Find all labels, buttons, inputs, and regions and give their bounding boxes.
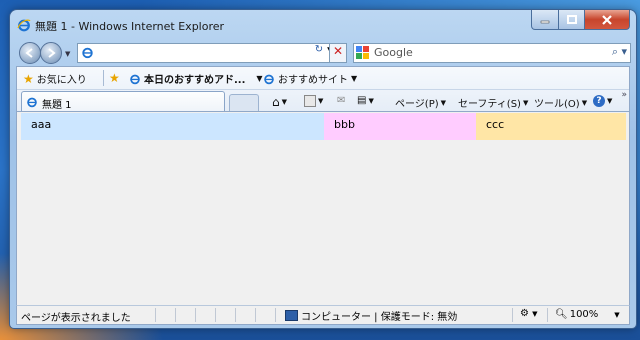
tab-row: 無題 1 ⌂ ▼ ▼ ✉ ▤ ▼ ページ(P) ▼ セーフティ(S) ▼ ツール(O bbox=[17, 89, 629, 113]
column-a: aaa bbox=[21, 113, 324, 140]
home-button[interactable]: ⌂ ▼ bbox=[272, 95, 287, 109]
chevron-down-icon[interactable]: ▼ bbox=[351, 74, 357, 83]
popup-settings-button[interactable]: ⚙ ▼ bbox=[520, 308, 538, 319]
chevron-down-icon: ▼ bbox=[532, 310, 538, 318]
column-c-text: ccc bbox=[486, 118, 505, 131]
status-divider bbox=[512, 308, 513, 322]
gear-icon: ⚙ bbox=[520, 308, 529, 319]
chevron-down-icon: ▼ bbox=[440, 98, 447, 107]
safety-menu[interactable]: セーフティ(S) ▼ bbox=[458, 95, 529, 111]
ie-icon bbox=[27, 97, 37, 108]
column-c: ccc bbox=[476, 113, 626, 140]
page-menu-label: ページ(P) bbox=[395, 99, 439, 110]
zone-text: コンピューター | 保護モード: 無効 bbox=[301, 312, 458, 323]
minimize-icon bbox=[540, 20, 550, 23]
favorites-button[interactable]: ★ お気に入り bbox=[23, 71, 87, 87]
refresh-button[interactable]: ↻ bbox=[311, 44, 327, 60]
maximize-icon bbox=[566, 15, 577, 24]
status-divider bbox=[275, 308, 276, 322]
chevron-down-icon: ▼ bbox=[318, 97, 324, 105]
help-button[interactable]: ? ▼ bbox=[593, 95, 612, 107]
status-divider bbox=[215, 308, 216, 322]
star-icon: ★ bbox=[23, 71, 34, 86]
history-dropdown[interactable]: ▼ bbox=[65, 50, 70, 58]
tab-current[interactable]: 無題 1 bbox=[21, 91, 225, 113]
tools-menu-label: ツール(O) bbox=[534, 99, 580, 110]
tab-label: 無題 1 bbox=[42, 100, 72, 111]
ie-icon bbox=[82, 47, 93, 59]
safety-menu-label: セーフティ(S) bbox=[458, 99, 521, 110]
ie-icon bbox=[264, 74, 274, 84]
page-menu[interactable]: ページ(P) ▼ bbox=[395, 95, 447, 111]
status-divider bbox=[255, 308, 256, 322]
status-bar: ページが表示されました コンピューター | 保護モード: 無効 ⚙ ▼ 🔍︎ 1… bbox=[16, 305, 630, 325]
favorite-link-2[interactable]: おすすめサイト ▼ bbox=[263, 71, 357, 86]
browser-window: 無題 1 - Windows Internet Explorer ▼ ↻ ✕ G… bbox=[10, 10, 636, 328]
search-box[interactable]: Google ⌕ ▾ bbox=[353, 43, 631, 63]
status-text: ページが表示されました bbox=[21, 313, 131, 324]
minimize-button[interactable] bbox=[531, 10, 559, 30]
more-commands-icon[interactable]: » bbox=[621, 90, 627, 100]
ie-icon bbox=[17, 19, 31, 32]
ie-icon bbox=[130, 74, 140, 84]
maximize-button[interactable] bbox=[559, 10, 585, 30]
feeds-button[interactable]: ▼ bbox=[304, 95, 323, 107]
mail-icon: ✉ bbox=[337, 95, 346, 106]
status-divider bbox=[195, 308, 196, 322]
forward-button[interactable] bbox=[40, 42, 62, 64]
add-star-icon: ★ bbox=[109, 71, 120, 85]
status-divider bbox=[155, 308, 156, 322]
security-zone[interactable]: コンピューター | 保護モード: 無効 bbox=[285, 308, 457, 323]
help-icon: ? bbox=[593, 95, 605, 107]
google-icon bbox=[356, 46, 369, 59]
search-input[interactable]: Google bbox=[374, 46, 413, 59]
address-bar[interactable]: ▼ bbox=[77, 43, 340, 63]
favorites-label: お気に入り bbox=[36, 75, 87, 86]
status-divider bbox=[175, 308, 176, 322]
close-icon bbox=[602, 14, 612, 25]
rss-icon bbox=[304, 95, 316, 107]
stop-button[interactable]: ✕ bbox=[329, 43, 347, 63]
favorite-link-2-label: おすすめサイト bbox=[278, 75, 348, 86]
caption-buttons bbox=[531, 10, 630, 30]
home-icon: ⌂ bbox=[272, 95, 280, 109]
computer-icon bbox=[285, 310, 298, 321]
chevron-down-icon: ▼ bbox=[281, 98, 288, 106]
mail-button[interactable]: ✉ bbox=[337, 95, 345, 106]
navigation-bar: ▼ ▼ ↻ ✕ Google ⌕ ▾ bbox=[10, 38, 636, 66]
chevron-down-icon: ▼ bbox=[614, 310, 620, 319]
back-icon bbox=[25, 48, 33, 58]
back-button[interactable] bbox=[19, 42, 41, 64]
chevron-down-icon: ▼ bbox=[368, 96, 374, 105]
favorites-bar: ★ お気に入り ★ 本日のおすすめアド... ▼ おすすめサイト ▼ bbox=[17, 67, 629, 90]
window-title: 無題 1 - Windows Internet Explorer bbox=[35, 20, 225, 33]
chevron-down-icon: ▼ bbox=[607, 97, 613, 105]
zoom-icon: 🔍︎ bbox=[555, 309, 568, 320]
chevron-down-icon: ▼ bbox=[581, 98, 588, 107]
chevron-down-icon: ▼ bbox=[522, 98, 529, 107]
zoom-control[interactable]: 🔍︎ 100% ▼ bbox=[555, 309, 620, 320]
favorite-link-1-label: 本日のおすすめアド... bbox=[144, 75, 246, 86]
toolbar-area: ★ お気に入り ★ 本日のおすすめアド... ▼ おすすめサイト ▼ 無題 1 bbox=[16, 66, 630, 113]
column-b: bbb bbox=[324, 113, 476, 140]
add-favorite-button[interactable]: ★ bbox=[109, 71, 120, 85]
refresh-icon: ↻ bbox=[314, 44, 324, 55]
stop-icon: ✕ bbox=[332, 44, 344, 58]
print-icon: ▤ bbox=[357, 95, 367, 106]
column-a-text: aaa bbox=[31, 118, 52, 131]
tools-menu[interactable]: ツール(O) ▼ bbox=[534, 95, 588, 111]
close-button[interactable] bbox=[585, 10, 630, 30]
forward-icon bbox=[48, 48, 56, 58]
page-content: aaa bbb ccc bbox=[16, 111, 630, 306]
status-divider bbox=[547, 308, 548, 322]
chevron-down-icon[interactable]: ▼ bbox=[256, 74, 262, 83]
separator bbox=[103, 70, 104, 86]
search-icon[interactable]: ⌕ ▾ bbox=[612, 45, 627, 59]
column-b-text: bbb bbox=[334, 118, 355, 131]
print-button[interactable]: ▤ ▼ bbox=[357, 95, 374, 106]
title-bar[interactable]: 無題 1 - Windows Internet Explorer bbox=[10, 10, 636, 38]
status-divider bbox=[235, 308, 236, 322]
zoom-level: 100% bbox=[569, 309, 599, 320]
favorite-link-1[interactable]: 本日のおすすめアド... ▼ bbox=[129, 71, 263, 86]
